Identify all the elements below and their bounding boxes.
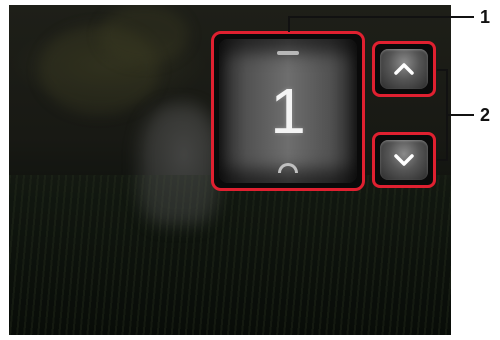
callout-1-line	[288, 16, 474, 18]
background-grass	[9, 175, 451, 335]
chevron-down-icon	[394, 154, 414, 166]
callout-2-label: 2	[480, 105, 491, 125]
lcd-screen: 1	[9, 5, 451, 335]
number-display[interactable]: 1	[219, 39, 357, 183]
decrease-button-face	[380, 140, 428, 180]
previous-number-hint	[277, 51, 299, 55]
copy-count-value: 1	[270, 75, 306, 147]
number-display-highlight: 1	[211, 31, 365, 191]
increase-button-face	[380, 49, 428, 89]
decrease-button[interactable]	[372, 132, 436, 188]
increase-button[interactable]	[372, 41, 436, 97]
callout-2-line	[446, 114, 474, 116]
manual-figure: 1 1 2	[0, 0, 500, 340]
chevron-up-icon	[394, 63, 414, 75]
callout-2-bracket-bottom	[437, 159, 447, 161]
callout-1-tick	[288, 16, 290, 32]
background-foliage	[99, 5, 189, 65]
next-number-hint	[278, 163, 298, 173]
background-photo-subject	[139, 105, 219, 225]
callout-1-label: 1	[480, 7, 491, 27]
